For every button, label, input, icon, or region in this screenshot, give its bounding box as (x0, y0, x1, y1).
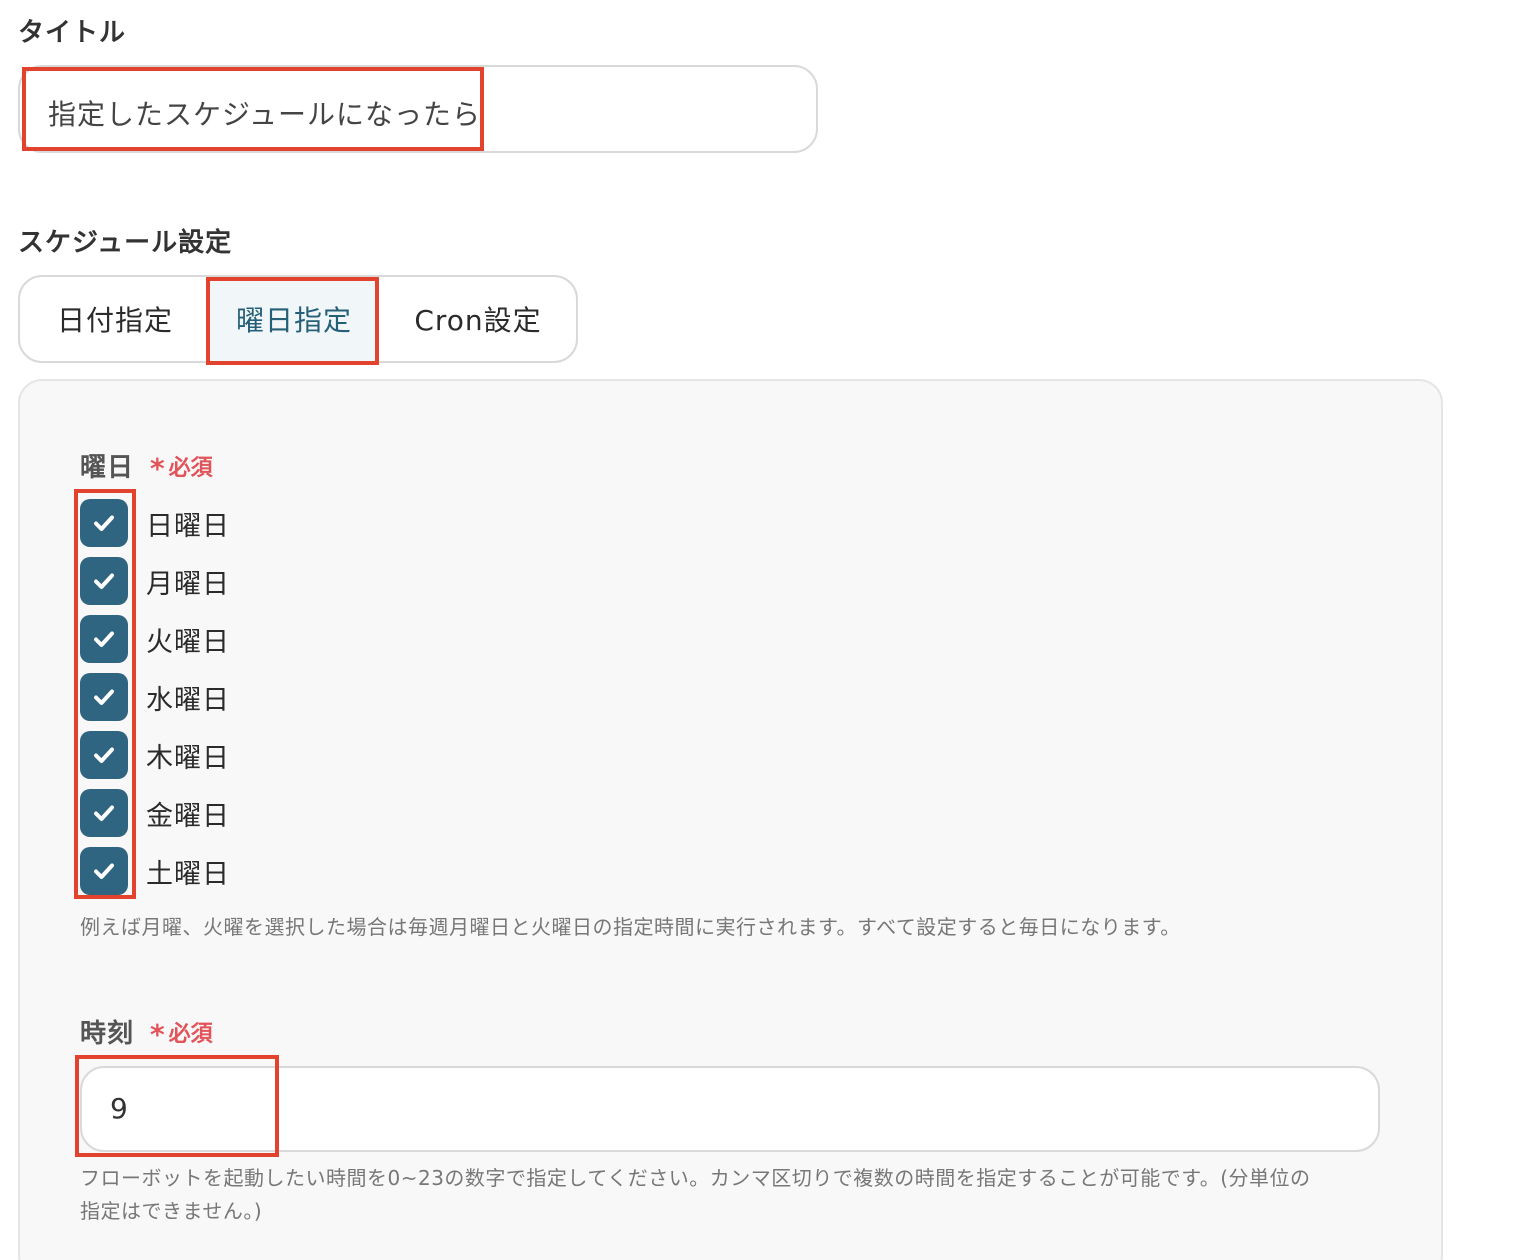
time-help-text-line2: 指定はできません。) (80, 1199, 263, 1223)
title-label: タイトル (18, 18, 127, 48)
day-label-wednesday: 水曜日 (146, 684, 230, 716)
day-label-thursday: 木曜日 (146, 742, 230, 774)
highlight-box-hour (75, 1055, 279, 1157)
day-label-tuesday: 火曜日 (146, 626, 230, 658)
tab-date[interactable]: 日付指定 (20, 277, 210, 361)
day-label-saturday: 土曜日 (146, 858, 230, 890)
weekday-label: 曜日 (80, 453, 135, 483)
highlight-box-tab (206, 277, 379, 365)
day-label-monday: 月曜日 (146, 568, 230, 600)
highlight-box-title (22, 67, 484, 151)
required-badge: 必須 (168, 455, 213, 481)
day-label-sunday: 日曜日 (146, 510, 230, 542)
tab-cron[interactable]: Cron設定 (378, 277, 576, 361)
schedule-settings-label: スケジュール設定 (18, 228, 233, 258)
required-star: * (150, 1018, 165, 1051)
time-field-header: 時刻 * 必須 (80, 1012, 213, 1051)
time-label: 時刻 (80, 1019, 135, 1049)
required-badge: 必須 (168, 1021, 213, 1047)
time-help-text-line1: フローボットを起動したい時間を0~23の数字で指定してください。カンマ区切りで複… (80, 1166, 1311, 1190)
highlight-box-checkboxes (74, 489, 136, 899)
weekday-field-header: 曜日 * 必須 (80, 446, 213, 485)
required-star: * (150, 452, 165, 485)
weekday-help-text: 例えば月曜、火曜を選択した場合は毎週月曜日と火曜日の指定時間に実行されます。すべ… (80, 915, 1181, 939)
day-label-friday: 金曜日 (146, 800, 230, 832)
